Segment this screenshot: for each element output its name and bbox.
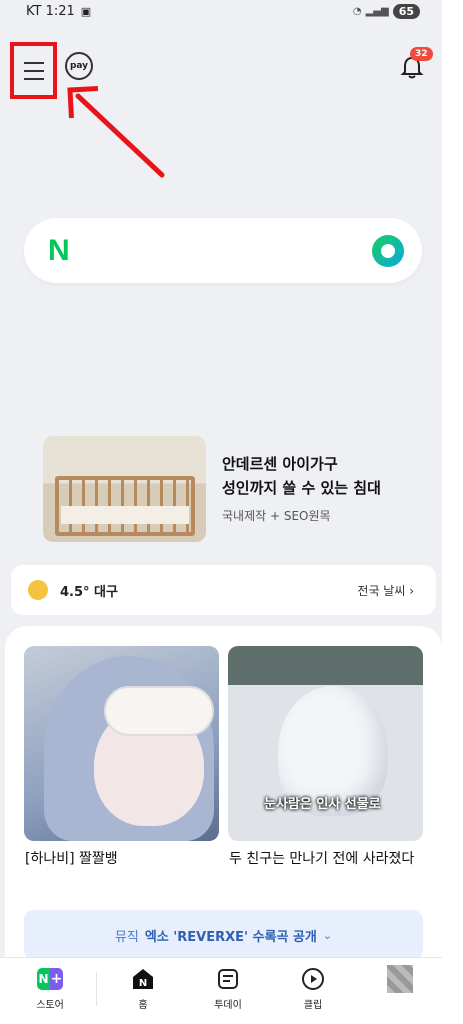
weather-card[interactable]: 4.5° 대구 전국 날씨 › [11, 565, 436, 615]
weather-summary: 4.5° 대구 [60, 585, 118, 600]
menu-icon-line [23, 61, 44, 64]
search-bar[interactable]: N [24, 218, 422, 283]
menu-icon-line [23, 69, 44, 72]
card-thumbnail-snowman[interactable]: 눈사람은 인사 선물로 [228, 646, 423, 841]
nav-profile[interactable] [370, 965, 430, 996]
pay-button[interactable]: pay [65, 52, 93, 80]
nav-store-label: 스토어 [36, 1000, 64, 1011]
naver-logo: N [48, 234, 70, 267]
nav-today-label: 투데이 [214, 1000, 242, 1011]
today-icon [218, 969, 238, 989]
battery-indicator: 65 [392, 4, 420, 19]
screenshot-icon: ▣ [80, 5, 92, 18]
hamburger-menu-button[interactable] [10, 42, 57, 99]
profile-avatar [387, 965, 413, 993]
ad-subtitle: 국내제작 + SEO원목 [222, 509, 331, 523]
music-news-banner[interactable]: 뮤직 엑소 'REVERXE' 수록곡 공개 ⌄ [24, 910, 423, 960]
svg-text:N: N [139, 978, 147, 989]
ad-crib-image[interactable] [43, 436, 206, 542]
music-headline: 엑소 'REVERXE' 수록곡 공개 [144, 929, 317, 945]
menu-icon-line [23, 77, 44, 80]
nav-home[interactable]: N 홈 [113, 966, 173, 1011]
card-title[interactable]: [하나비] 짤짤뱅 [25, 847, 220, 871]
green-dot-icon[interactable] [372, 235, 404, 267]
status-bar: KT 1:21 ▣ ◔ ▂▄▆ 65 [0, 0, 442, 26]
nav-store[interactable]: N + 스토어 [20, 966, 80, 1011]
screen-edge [442, 0, 463, 1024]
sleep-mask-illustration [104, 686, 214, 736]
nav-clip-label: 클립 [303, 1000, 323, 1011]
home-icon: N [133, 969, 153, 989]
ad-title[interactable]: 안데르센 아이가구 성인까지 쓸 수 있는 침대 [222, 452, 432, 500]
notification-badge: 32 [410, 47, 433, 61]
bottom-navigation: N + 스토어 N 홈 투데이 클립 [0, 957, 442, 1024]
sun-icon [28, 580, 48, 600]
wifi-icon: ◔ [352, 6, 362, 17]
status-carrier-time: KT 1:21 [26, 4, 75, 19]
card-thumbnail-anime[interactable] [24, 646, 219, 841]
nav-today[interactable]: 투데이 [198, 966, 258, 1011]
music-category-label: 뮤직 [114, 929, 139, 945]
card-video-caption: 눈사람은 인사 선물로 [264, 797, 381, 812]
clip-icon [302, 968, 324, 990]
content-panel: 눈사람은 인사 선물로 [하나비] 짤짤뱅 두 친구는 만나기 전에 사라졌다 … [5, 626, 442, 966]
nav-home-label: 홈 [138, 1000, 148, 1011]
nav-clip[interactable]: 클립 [283, 966, 343, 1011]
card-title[interactable]: 두 친구는 만나기 전에 사라졌다 [229, 847, 429, 871]
phone-screen: KT 1:21 ▣ ◔ ▂▄▆ 65 pay 32 N 안데르센 아이가구 성인… [0, 0, 442, 1024]
nationwide-weather-link[interactable]: 전국 날씨 › [357, 582, 414, 599]
store-icon: N + [37, 968, 63, 990]
red-arrow-annotation [67, 86, 165, 178]
nav-divider [96, 972, 97, 1006]
chevron-down-icon: ⌄ [322, 928, 333, 942]
signal-icon: ▂▄▆ [365, 6, 389, 17]
